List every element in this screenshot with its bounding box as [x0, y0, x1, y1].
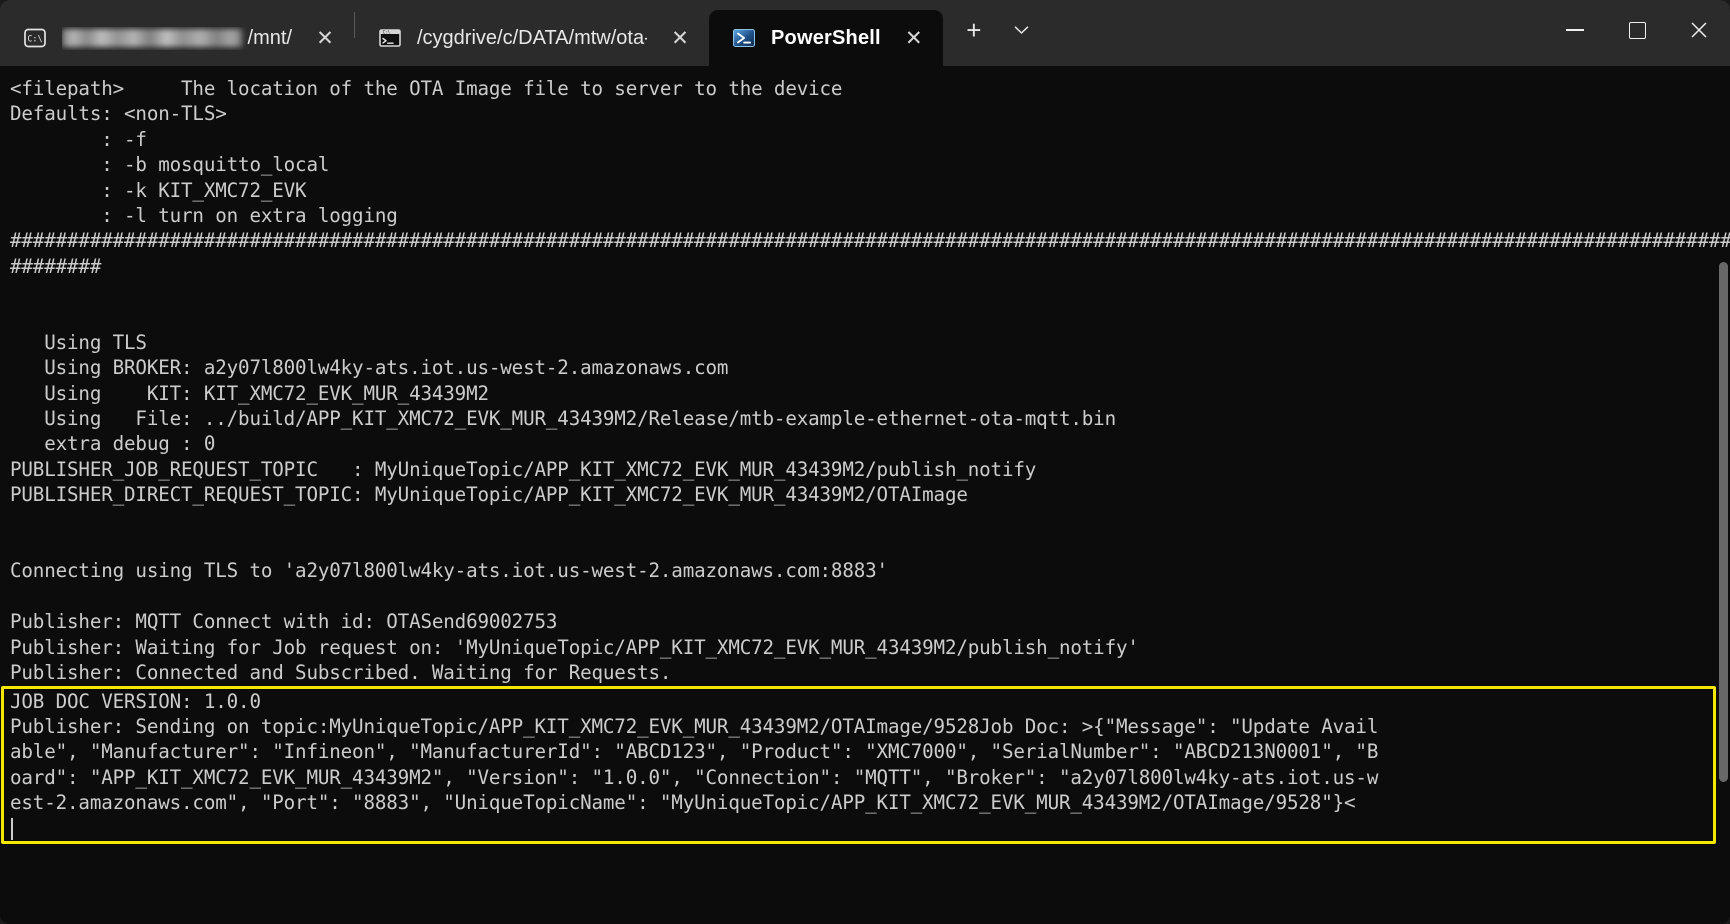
- terminal-window: C:\ /mnt/ ✕ C:\ /cygdrive/c/DATA/mtw/ota…: [0, 0, 1730, 924]
- tab-label-powershell: PowerShell: [771, 26, 881, 49]
- terminal-line: Publisher: Waiting for Job request on: '…: [10, 635, 1139, 659]
- terminal-body[interactable]: <filepath> The location of the OTA Image…: [0, 66, 1730, 924]
- terminal-line-highlighted: oard": "APP_KIT_XMC72_EVK_MUR_43439M2", …: [10, 765, 1379, 789]
- tab-close-icon[interactable]: ✕: [310, 23, 340, 53]
- terminal-line-highlighted: Publisher: Sending on topic:MyUniqueTopi…: [10, 714, 1379, 738]
- highlighted-output: JOB DOC VERSION: 1.0.0 Publisher: Sending…: [0, 689, 1730, 841]
- tab-cygdrive[interactable]: C:\ /cygdrive/c/DATA/mtw/ota-m… ✕: [355, 10, 709, 66]
- terminal-line: : -l turn on extra logging: [10, 203, 398, 227]
- window-controls: [1544, 0, 1730, 66]
- terminal-line: PUBLISHER_JOB_REQUEST_TOPIC : MyUniqueTo…: [10, 457, 1037, 481]
- terminal-line: Using TLS: [10, 330, 147, 354]
- terminal-line: Publisher: Connected and Subscribed. Wai…: [10, 660, 672, 684]
- close-icon: [1691, 22, 1707, 38]
- terminal-line: Using BROKER: a2y07l800lw4ky-ats.iot.us-…: [10, 356, 729, 380]
- chevron-down-icon[interactable]: [1001, 9, 1043, 51]
- tab-close-icon[interactable]: ✕: [899, 23, 929, 53]
- scrollbar-thumb[interactable]: [1719, 262, 1728, 782]
- tab-close-icon[interactable]: ✕: [665, 23, 695, 53]
- new-tab-button[interactable]: +: [953, 9, 995, 51]
- scrollbar-track[interactable]: [1717, 66, 1730, 924]
- tab-label-cygdrive: /cygdrive/c/DATA/mtw/ota-m…: [417, 26, 647, 49]
- text-cursor: [11, 817, 13, 840]
- powershell-icon: [731, 25, 757, 51]
- minimize-icon: [1566, 29, 1584, 31]
- svg-text:C:\: C:\: [383, 30, 391, 35]
- terminal-line: Connecting using TLS to 'a2y07l800lw4ky-…: [10, 559, 888, 583]
- terminal-line-highlighted: JOB DOC VERSION: 1.0.0: [10, 689, 261, 713]
- tab-mnt[interactable]: C:\ /mnt/ ✕: [0, 10, 354, 66]
- svg-text:C:\: C:\: [27, 34, 42, 44]
- terminal-line: Using KIT: KIT_XMC72_EVK_MUR_43439M2: [10, 381, 489, 405]
- terminal-line: PUBLISHER_DIRECT_REQUEST_TOPIC: MyUnique…: [10, 483, 968, 507]
- terminal-line: extra debug : 0: [10, 432, 216, 456]
- minimize-button[interactable]: [1544, 0, 1606, 60]
- terminal-line: Publisher: MQTT Connect with id: OTASend…: [10, 610, 558, 634]
- terminal-line: <filepath> The location of the OTA Image…: [10, 77, 843, 100]
- command-prompt-icon: C:\: [22, 25, 48, 51]
- tab-bar-actions: +: [953, 0, 1043, 66]
- terminal-line: ########: [10, 254, 102, 278]
- terminal-line-highlighted: est-2.amazonaws.com", "Port": "8883", "U…: [10, 791, 1356, 815]
- tab-label-mnt: /mnt/: [62, 27, 292, 50]
- terminal-line: : -f: [10, 127, 147, 151]
- tab-strip: C:\ /mnt/ ✕ C:\ /cygdrive/c/DATA/mtw/ota…: [0, 0, 943, 66]
- terminal-line: : -b mosquitto_local: [10, 153, 330, 177]
- close-window-button[interactable]: [1668, 0, 1730, 60]
- cygwin-terminal-icon: C:\: [377, 25, 403, 51]
- maximize-button[interactable]: [1606, 0, 1668, 60]
- terminal-line-highlighted: [10, 816, 1730, 841]
- terminal-line-highlighted: able", "Manufacturer": "Infineon", "Manu…: [10, 740, 1379, 764]
- terminal-line: Using File: ../build/APP_KIT_XMC72_EVK_M…: [10, 407, 1116, 431]
- terminal-output: <filepath> The location of the OTA Image…: [0, 76, 1730, 685]
- title-bar: C:\ /mnt/ ✕ C:\ /cygdrive/c/DATA/mtw/ota…: [0, 0, 1730, 66]
- redacted-path-block: [62, 29, 242, 47]
- terminal-line: : -k KIT_XMC72_EVK: [10, 178, 307, 202]
- maximize-icon: [1628, 21, 1646, 39]
- terminal-line: ########################################…: [10, 229, 1730, 253]
- tab-powershell[interactable]: PowerShell ✕: [709, 10, 943, 66]
- terminal-line: Defaults: <non-TLS>: [10, 102, 227, 126]
